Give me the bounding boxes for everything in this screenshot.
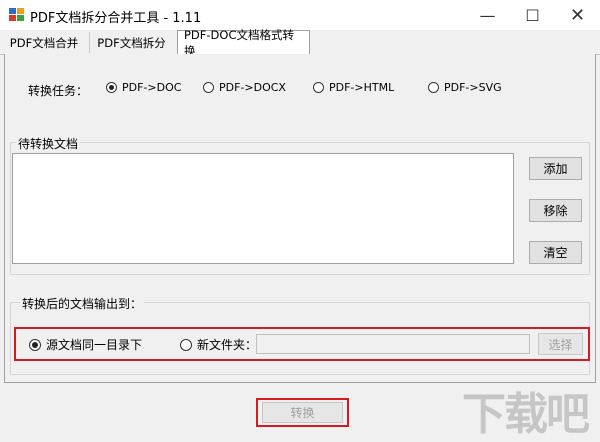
add-file-button[interactable]: 添加 <box>529 157 582 180</box>
radio-pdf-svg-label: PDF->SVG <box>444 81 502 94</box>
remove-file-button[interactable]: 移除 <box>529 199 582 222</box>
watermark-logo: 下载吧 <box>462 389 590 440</box>
maximize-button[interactable]: ☐ <box>510 0 555 30</box>
window-title: PDF文档拆分合并工具 - 1.11 <box>30 11 202 26</box>
radio-unchecked-icon <box>428 82 439 93</box>
radio-pdf-html-label: PDF->HTML <box>329 81 395 94</box>
radio-unchecked-icon <box>313 82 324 93</box>
radio-pdf-svg[interactable]: PDF->SVG <box>428 81 502 94</box>
radio-pdf-docx-label: PDF->DOCX <box>219 81 286 94</box>
select-folder-button[interactable]: 选择 <box>538 333 583 355</box>
radio-checked-icon <box>106 82 117 93</box>
radio-new-folder[interactable]: 新文件夹： <box>180 336 257 353</box>
output-group-label: 转换后的文档输出到： <box>20 295 145 312</box>
clear-files-button[interactable]: 清空 <box>529 241 582 264</box>
close-button[interactable]: ✕ <box>555 0 600 30</box>
radio-new-folder-label: 新文件夹： <box>197 338 258 352</box>
radio-pdf-doc-label: PDF->DOC <box>122 81 182 94</box>
radio-checked-icon <box>29 338 41 351</box>
convert-button[interactable]: 转换 <box>262 402 343 423</box>
radio-same-directory-label: 源文档同一目录下 <box>46 338 143 352</box>
radio-same-directory[interactable]: 源文档同一目录下 <box>29 336 142 353</box>
title-bar: PDF文档拆分合并工具 - 1.11 — ☐ ✕ <box>0 0 600 30</box>
minimize-button[interactable]: — <box>465 0 510 30</box>
radio-pdf-doc[interactable]: PDF->DOC <box>106 81 181 94</box>
task-label: 转换任务： <box>28 84 89 98</box>
radio-unchecked-icon <box>203 82 214 93</box>
tab-pdf-split[interactable]: PDF文档拆分 <box>89 32 173 53</box>
tab-pdf-merge[interactable]: PDF文档合并 <box>3 32 85 53</box>
tab-strip: PDF文档合并 PDF文档拆分 PDF-DOC文档格式转换 <box>0 28 600 58</box>
files-group-label: 待转换文档 <box>16 135 81 152</box>
radio-pdf-html[interactable]: PDF->HTML <box>313 81 394 94</box>
radio-unchecked-icon <box>180 338 192 351</box>
file-list[interactable] <box>12 153 514 264</box>
app-icon <box>9 8 24 21</box>
folder-path-input[interactable] <box>256 334 530 354</box>
radio-pdf-docx[interactable]: PDF->DOCX <box>203 81 286 94</box>
tab-pdf-doc-convert[interactable]: PDF-DOC文档格式转换 <box>177 28 310 58</box>
